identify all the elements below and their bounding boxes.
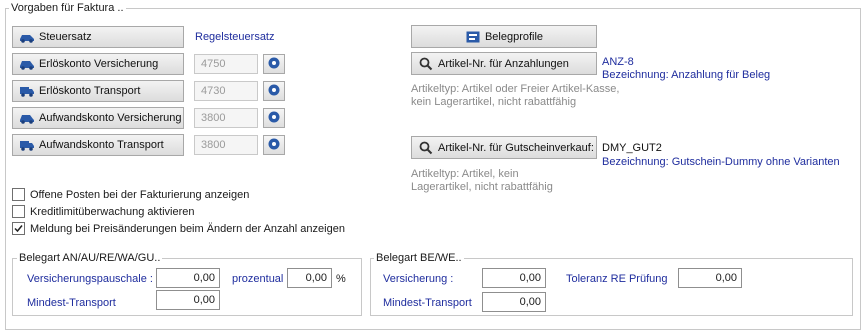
aufwandskonto-transport-field[interactable]: 3800 bbox=[194, 135, 258, 155]
gear-icon bbox=[267, 56, 281, 73]
anzahlung-hint-line2: kein Lagerartikel, nicht rabattfähig bbox=[411, 96, 577, 108]
belegart-be-title: Belegart BE/WE.. bbox=[374, 252, 464, 264]
toleranz-re-label: Toleranz RE Prüfung bbox=[566, 273, 668, 285]
anzahlung-hint-line1: Artikeltyp: Artikel oder Freier Artikel-… bbox=[411, 83, 620, 95]
gutschein-code: DMY_GUT2 bbox=[602, 142, 662, 154]
prozentual-field[interactable]: 0,00 bbox=[287, 268, 332, 288]
belegart-an-title: Belegart AN/AU/RE/WA/GU.. bbox=[17, 252, 163, 264]
mindest-transport-an-label: Mindest-Transport bbox=[27, 297, 116, 309]
gear-icon bbox=[267, 83, 281, 100]
steuersatz-value: Regelsteuersatz bbox=[195, 31, 275, 43]
checkbox-box bbox=[12, 205, 25, 218]
checkbox-box bbox=[12, 188, 25, 201]
anzahlung-description: Bezeichnung: Anzahlung für Beleg bbox=[602, 69, 771, 81]
erloeskonto-versicherung-settings-button[interactable] bbox=[263, 54, 285, 74]
erloeskonto-versicherung-button[interactable]: Erlöskonto Versicherung bbox=[12, 53, 184, 75]
belegprofile-button[interactable]: Belegprofile bbox=[411, 25, 597, 48]
gear-icon bbox=[267, 137, 281, 154]
aufwandskonto-versicherung-field[interactable]: 3800 bbox=[194, 108, 258, 128]
gutschein-artikel-button[interactable]: Artikel-Nr. für Gutscheinverkauf: bbox=[411, 136, 597, 159]
aufwandskonto-transport-settings-button[interactable] bbox=[263, 135, 285, 155]
steuersatz-button[interactable]: Steuersatz bbox=[12, 26, 184, 48]
versicherungspauschale-label: Versicherungspauschale : bbox=[27, 273, 153, 285]
versicherungspauschale-field[interactable]: 0,00 bbox=[156, 268, 220, 288]
aufwandskonto-transport-button[interactable]: Aufwandskonto Transport bbox=[12, 134, 184, 156]
account-label: Erlöskonto Versicherung bbox=[39, 58, 159, 70]
gear-icon bbox=[267, 110, 281, 127]
truck-icon bbox=[19, 138, 35, 152]
checkbox-label: Kreditlimitüberwachung aktivieren bbox=[30, 205, 195, 218]
mindest-transport-be-label: Mindest-Transport bbox=[383, 297, 472, 309]
erloeskonto-transport-settings-button[interactable] bbox=[263, 81, 285, 101]
car-icon bbox=[19, 30, 35, 44]
steuersatz-button-label: Steuersatz bbox=[39, 31, 92, 43]
gutschein-hint-line1: Artikeltyp: Artikel, kein bbox=[411, 168, 519, 180]
truck-icon bbox=[19, 84, 35, 98]
checkbox-label: Offene Posten bei der Fakturierung anzei… bbox=[30, 188, 250, 201]
versicherung-be-field[interactable]: 0,00 bbox=[482, 268, 546, 288]
gutschein-hint-line2: Lagerartikel, nicht rabattfähig bbox=[411, 181, 553, 193]
anzahlung-artikel-button[interactable]: Artikel-Nr. für Anzahlungen bbox=[411, 52, 597, 75]
belegprofile-button-label: Belegprofile bbox=[484, 30, 544, 43]
toleranz-re-field[interactable]: 0,00 bbox=[678, 268, 742, 288]
faktura-groupbox-title: Vorgaben für Faktura .. bbox=[9, 2, 126, 14]
mindest-transport-be-field[interactable]: 0,00 bbox=[482, 292, 546, 312]
gutschein-button-label: Artikel-Nr. für Gutscheinverkauf: bbox=[438, 141, 594, 154]
account-label: Aufwandskonto Transport bbox=[39, 139, 164, 151]
erloeskonto-versicherung-field[interactable]: 4750 bbox=[194, 54, 258, 74]
account-label: Aufwandskonto Versicherung bbox=[39, 112, 182, 124]
search-icon bbox=[418, 57, 434, 71]
checkbox-box bbox=[12, 222, 25, 235]
preisaenderung-meldung-checkbox[interactable]: Meldung bei Preisänderungen beim Ändern … bbox=[12, 222, 345, 235]
search-icon bbox=[418, 141, 434, 155]
aufwandskonto-versicherung-settings-button[interactable] bbox=[263, 108, 285, 128]
account-label: Erlöskonto Transport bbox=[39, 85, 141, 97]
erloeskonto-transport-field[interactable]: 4730 bbox=[194, 81, 258, 101]
car-icon bbox=[19, 111, 35, 125]
prozentual-label: prozentual bbox=[232, 273, 284, 285]
car-icon bbox=[19, 57, 35, 71]
anzahlung-code: ANZ-8 bbox=[602, 56, 634, 68]
versicherung-be-label: Versicherung : bbox=[383, 273, 454, 285]
anzahlung-button-label: Artikel-Nr. für Anzahlungen bbox=[438, 57, 569, 70]
percent-sign: % bbox=[336, 273, 346, 285]
gutschein-description: Bezeichnung: Gutschein-Dummy ohne Varian… bbox=[602, 156, 840, 168]
aufwandskonto-versicherung-button[interactable]: Aufwandskonto Versicherung bbox=[12, 107, 184, 129]
checkbox-label: Meldung bei Preisänderungen beim Ändern … bbox=[30, 222, 345, 235]
profile-card-icon bbox=[465, 30, 481, 44]
kreditlimit-checkbox[interactable]: Kreditlimitüberwachung aktivieren bbox=[12, 205, 194, 218]
mindest-transport-an-field[interactable]: 0,00 bbox=[156, 290, 220, 310]
erloeskonto-transport-button[interactable]: Erlöskonto Transport bbox=[12, 80, 184, 102]
offene-posten-checkbox[interactable]: Offene Posten bei der Fakturierung anzei… bbox=[12, 188, 249, 201]
